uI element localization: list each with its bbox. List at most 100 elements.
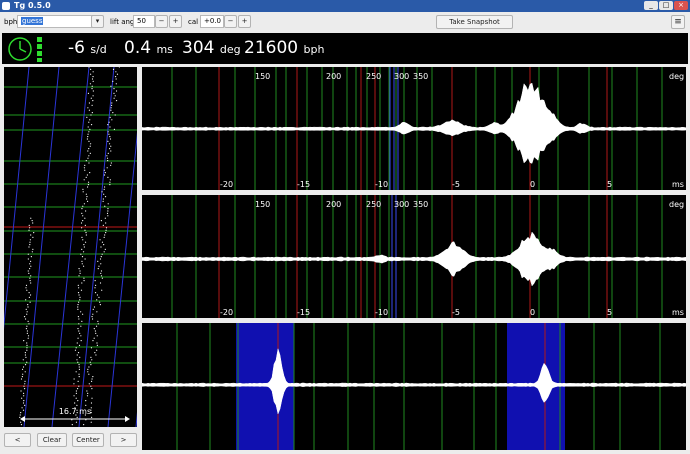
strip-dot: [86, 116, 88, 118]
waveform-envelope: [142, 231, 686, 287]
strip-dot: [23, 388, 26, 390]
strip-dot: [97, 268, 99, 270]
strip-dot: [87, 133, 89, 135]
strip-dot: [83, 167, 86, 169]
strip-dot: [29, 277, 31, 279]
strip-dot: [104, 172, 106, 174]
rate-readout: -6 s/d: [68, 35, 107, 63]
paperstrip-panel[interactable]: 16.7 ms: [4, 67, 137, 427]
strip-dot: [26, 342, 28, 344]
strip-dot: [90, 385, 92, 387]
bph-readout: 21600 bph: [244, 35, 324, 63]
bph-dropdown-button[interactable]: ▾: [91, 15, 104, 28]
strip-dot: [99, 258, 102, 260]
strip-dot: [28, 292, 30, 294]
strip-dot: [104, 234, 106, 236]
strip-dot: [80, 222, 83, 224]
strip-dot: [78, 368, 81, 370]
strip-dot: [78, 385, 80, 387]
paperstrip-scale-arrow: [20, 416, 130, 422]
strip-dot: [88, 109, 91, 111]
cal-increase-button[interactable]: +: [238, 15, 251, 28]
strip-dot: [75, 371, 77, 373]
paperstrip-controls: < Clear Center >: [0, 430, 140, 450]
maximize-button[interactable]: □: [659, 1, 673, 10]
strip-dot: [92, 340, 94, 342]
clear-button[interactable]: Clear: [37, 433, 67, 447]
strip-dot: [103, 251, 105, 253]
deg-tick-label: 200: [326, 200, 342, 209]
strip-dot: [90, 347, 93, 349]
strip-dot: [91, 378, 93, 380]
strip-dot: [87, 136, 89, 138]
strip-dot: [29, 280, 31, 282]
lift-angle-field[interactable]: 50: [133, 15, 155, 28]
strip-dot: [109, 136, 111, 138]
strip-dot: [30, 234, 32, 236]
cal-decrease-button[interactable]: −: [224, 15, 237, 28]
lift-angle-decrease-button[interactable]: −: [155, 15, 168, 28]
strip-dot: [76, 404, 78, 406]
take-snapshot-button[interactable]: Take Snapshot: [436, 15, 513, 29]
strip-dot: [104, 186, 106, 188]
strip-dot: [107, 210, 109, 212]
strip-dot: [90, 114, 92, 116]
strip-dot: [24, 371, 26, 373]
strip-dot: [90, 124, 93, 126]
strip-dot: [98, 265, 100, 267]
strip-dot: [30, 275, 32, 277]
ms-tick-label: -15: [297, 308, 311, 317]
strip-dot: [86, 390, 88, 392]
minimize-button[interactable]: _: [644, 1, 658, 10]
close-button[interactable]: ×: [674, 1, 688, 10]
strip-dot: [26, 313, 28, 315]
strip-dot: [85, 176, 87, 178]
strip-dot: [73, 378, 75, 380]
strip-dot: [26, 361, 28, 363]
hamburger-menu-icon: ≡: [674, 17, 682, 27]
strip-dot: [91, 388, 93, 390]
strip-dot: [22, 366, 25, 368]
strip-dot: [93, 337, 95, 339]
center-button[interactable]: Center: [72, 433, 104, 447]
amplitude-readout: 304 deg: [182, 35, 241, 63]
strip-dot: [90, 380, 93, 382]
strip-dot: [22, 359, 24, 361]
strip-dot: [83, 244, 85, 246]
strip-dot: [96, 344, 98, 346]
bph-combobox[interactable]: guess: [17, 15, 95, 28]
strip-dot: [107, 203, 109, 205]
strip-dot: [26, 289, 28, 291]
deg-tick-label: 350: [413, 72, 429, 81]
strip-dot: [107, 160, 109, 162]
strip-dot: [20, 378, 23, 380]
strip-dot: [27, 306, 29, 308]
strip-dot: [24, 364, 27, 366]
next-button[interactable]: >: [110, 433, 137, 447]
strip-dot: [91, 85, 93, 87]
strip-dot: [91, 104, 93, 106]
strip-dot: [104, 196, 107, 198]
menu-button[interactable]: ≡: [671, 15, 685, 29]
strip-blue-trace: [135, 411, 137, 427]
strip-dot: [81, 263, 83, 265]
strip-dot: [90, 356, 92, 358]
strip-dot: [78, 323, 80, 325]
cal-field[interactable]: +0.0: [200, 15, 224, 28]
deg-tick-label: 250: [366, 200, 382, 209]
strip-dot: [26, 344, 28, 346]
ms-tick-label: -5: [452, 308, 460, 317]
strip-dot: [27, 337, 29, 339]
strip-dot: [88, 366, 90, 368]
strip-dot: [86, 395, 89, 397]
strip-dot: [77, 308, 79, 310]
strip-dot: [103, 236, 105, 238]
lift-angle-increase-button[interactable]: +: [169, 15, 182, 28]
strip-dot: [89, 119, 91, 121]
strip-dot: [103, 193, 105, 195]
strip-dot: [26, 325, 28, 327]
strip-dot: [84, 258, 86, 260]
strip-dot: [109, 138, 112, 140]
prev-button[interactable]: <: [4, 433, 31, 447]
strip-dot: [28, 296, 30, 298]
